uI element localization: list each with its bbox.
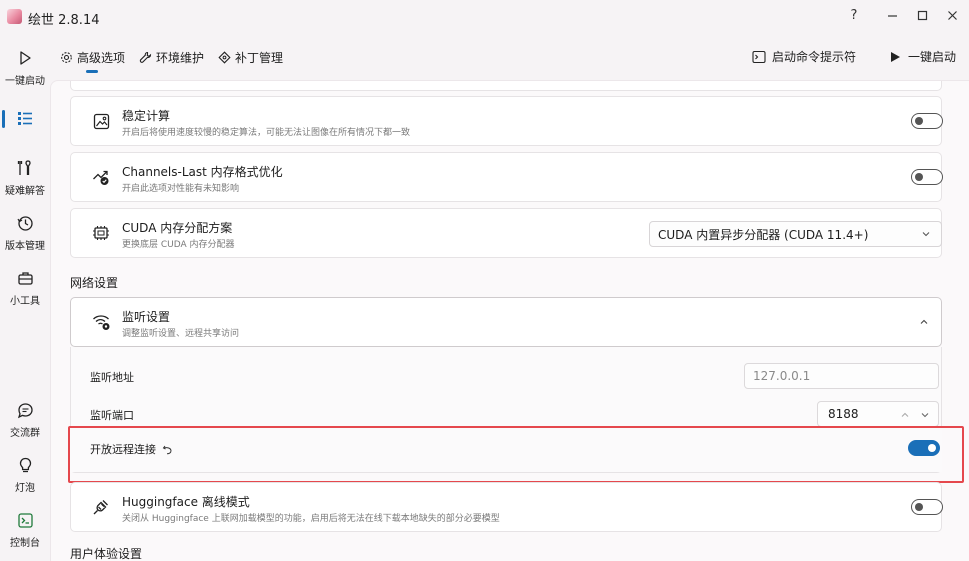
- sidebar-item-bulb[interactable]: 灯泡: [0, 455, 50, 494]
- stable-compute-toggle[interactable]: [911, 113, 943, 129]
- listen-address-placeholder: 127.0.0.1: [753, 369, 811, 383]
- hf-offline-toggle[interactable]: [911, 499, 943, 515]
- console-prompt-label: 启动命令提示符: [772, 50, 857, 64]
- cuda-allocator-select[interactable]: CUDA 内置异步分配器 (CUDA 11.4+): [649, 221, 942, 247]
- close-button[interactable]: [940, 5, 964, 25]
- chevron-down-icon: [921, 229, 931, 239]
- sidebar-item-label: 一键启动: [5, 76, 45, 87]
- tools-icon: [15, 158, 35, 178]
- card-description: 更换底层 CUDA 内存分配器: [122, 240, 235, 250]
- listen-address-label: 监听地址: [90, 371, 134, 384]
- plug-icon: [91, 497, 111, 517]
- launch-label: 一键启动: [908, 50, 957, 64]
- remote-connection-row: [70, 427, 942, 472]
- card-title: 稳定计算: [122, 109, 171, 123]
- history-icon: [15, 213, 35, 233]
- wifi-gear-icon: [91, 312, 111, 332]
- remote-connection-label-wrap: 开放远程连接: [90, 441, 173, 457]
- sidebar-item-label: 版本管理: [5, 241, 45, 252]
- settings-card-partial: [70, 81, 942, 91]
- play-icon: [15, 48, 35, 68]
- card-description: 关闭从 Huggingface 上联网加载模型的功能，启用后将无法在线下载本地缺…: [122, 514, 500, 524]
- sidebar-item-label: 小工具: [10, 296, 40, 307]
- chat-icon: [15, 400, 35, 420]
- settings-card-channels-last: Channels-Last 内存格式优化 开启此选项对性能有未知影响: [70, 152, 943, 202]
- sidebar-item-label: 控制台: [10, 538, 40, 549]
- section-title-network: 网络设置: [70, 276, 119, 290]
- select-value: CUDA 内置异步分配器 (CUDA 11.4+): [658, 227, 869, 242]
- maximize-icon: [917, 10, 927, 20]
- close-icon: [947, 10, 957, 20]
- sidebar-item-label: 疑难解答: [5, 186, 45, 197]
- chevron-up-icon[interactable]: [900, 410, 910, 420]
- listen-port-stepper[interactable]: 8188: [817, 401, 939, 427]
- tab-advanced-options[interactable]: 高级选项: [60, 44, 125, 70]
- listen-address-input[interactable]: 127.0.0.1: [744, 363, 939, 389]
- card-title: 监听设置: [122, 310, 171, 324]
- remote-connection-toggle[interactable]: [908, 440, 940, 456]
- card-title: CUDA 内存分配方案: [122, 221, 233, 235]
- app-window: 绘世 2.8.14 ? 一键启动 疑难解答 版本管理 小工具 交流群 灯泡 控制…: [0, 0, 969, 561]
- puzzle-icon: [218, 50, 231, 64]
- sidebar-item-label: 交流群: [10, 428, 40, 439]
- card-description: 开启此选项对性能有未知影响: [122, 184, 240, 194]
- sidebar-item-label: 灯泡: [15, 483, 35, 494]
- sidebar-item-tools[interactable]: 小工具: [0, 268, 50, 307]
- sidebar-item-troubleshoot[interactable]: 疑难解答: [0, 158, 50, 197]
- tab-label: 高级选项: [77, 50, 126, 65]
- title-bar: 绘世 2.8.14 ?: [0, 0, 969, 34]
- play-icon: [890, 51, 901, 63]
- channels-last-toggle[interactable]: [911, 169, 943, 185]
- maximize-button[interactable]: [910, 5, 934, 25]
- sidebar-item-versions[interactable]: 版本管理: [0, 213, 50, 252]
- listen-port-value: 8188: [828, 407, 859, 421]
- bulb-icon: [15, 455, 35, 475]
- image-icon: [91, 111, 111, 131]
- chevron-down-icon[interactable]: [920, 410, 930, 420]
- chip-icon: [91, 223, 111, 243]
- console-prompt-button[interactable]: 启动命令提示符: [752, 48, 856, 65]
- settings-card-listen[interactable]: 监听设置 调整监听设置、远程共享访问: [70, 297, 942, 347]
- tab-label: 补丁管理: [235, 50, 284, 65]
- settings-panel: 稳定计算 开启后将使用速度较慢的稳定算法，可能无法让图像在所有情况下都一致 Ch…: [50, 80, 969, 561]
- listen-port-label: 监听端口: [90, 409, 134, 422]
- active-tab-indicator: [86, 70, 98, 73]
- chevron-up-icon[interactable]: [919, 317, 929, 327]
- sidebar-item-advanced[interactable]: [0, 108, 50, 128]
- toolbox-icon: [15, 268, 35, 288]
- sidebar-item-launch[interactable]: 一键启动: [0, 48, 50, 87]
- sidebar-item-console[interactable]: 控制台: [0, 510, 50, 549]
- app-title: 绘世 2.8.14: [28, 13, 100, 28]
- card-title: Channels-Last 内存格式优化: [122, 165, 283, 179]
- trend-check-icon: [91, 167, 111, 187]
- terminal-icon: [752, 50, 766, 64]
- launch-button[interactable]: 一键启动: [890, 48, 956, 65]
- card-title: Huggingface 离线模式: [122, 495, 250, 509]
- settings-card-cuda-alloc: CUDA 内存分配方案 更换底层 CUDA 内存分配器 CUDA 内置异步分配器…: [70, 208, 942, 258]
- tab-patches[interactable]: 补丁管理: [218, 44, 283, 70]
- card-description: 调整监听设置、远程共享访问: [122, 329, 240, 339]
- minimize-button[interactable]: [880, 5, 904, 25]
- help-button[interactable]: ?: [842, 5, 866, 25]
- list-icon: [15, 108, 35, 128]
- tab-label: 环境维护: [156, 50, 205, 65]
- wrench-icon: [139, 51, 152, 64]
- minimize-icon: [887, 14, 897, 17]
- tab-environment[interactable]: 环境维护: [139, 44, 204, 70]
- app-logo: [7, 9, 22, 24]
- gear-icon: [60, 51, 73, 64]
- remote-connection-label: 开放远程连接: [90, 443, 156, 456]
- sidebar-item-community[interactable]: 交流群: [0, 400, 50, 439]
- settings-card-stable: 稳定计算 开启后将使用速度较慢的稳定算法，可能无法让图像在所有情况下都一致: [70, 96, 943, 146]
- settings-card-hf-offline: Huggingface 离线模式 关闭从 Huggingface 上联网加载模型…: [70, 482, 943, 532]
- undo-icon[interactable]: [162, 444, 173, 455]
- sidebar: 一键启动 疑难解答 版本管理 小工具 交流群 灯泡 控制台: [0, 34, 50, 561]
- card-description: 开启后将使用速度较慢的稳定算法，可能无法让图像在所有情况下都一致: [122, 128, 411, 138]
- console-icon: [15, 510, 35, 530]
- section-title-ux: 用户体验设置: [70, 547, 143, 561]
